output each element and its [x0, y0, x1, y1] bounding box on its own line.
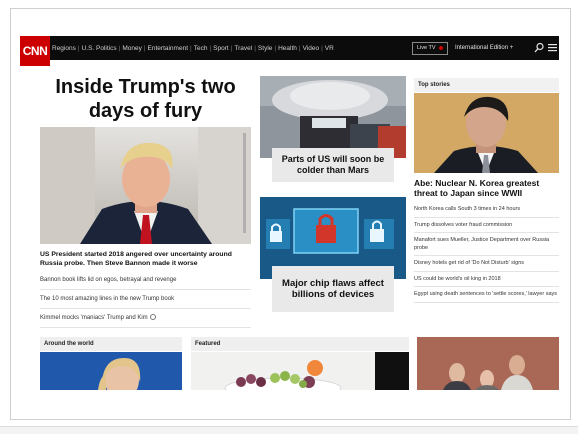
nav-item-us-politics[interactable]: U.S. Politics — [82, 45, 117, 52]
top-stories-list: North Korea calls South 3 times in 24 ho… — [414, 205, 559, 306]
chip-story-caption[interactable]: Major chip flaws affect billions of devi… — [272, 266, 394, 312]
top-stories-header: Top stories — [414, 78, 559, 92]
list-item[interactable]: Disney hotels get rid of 'Do Not Disturb… — [414, 259, 559, 272]
live-indicator-icon — [438, 45, 443, 50]
search-icon[interactable] — [534, 42, 544, 54]
list-item[interactable]: Kimmel mocks 'maniacs' Trump and Kim — [40, 313, 251, 328]
trump-photo[interactable] — [40, 127, 251, 244]
featured-photo[interactable] — [191, 352, 375, 390]
video-play-icon — [149, 314, 156, 321]
top-story-headline[interactable]: Abe: Nuclear N. Korea greatest threat to… — [414, 178, 559, 198]
list-item[interactable]: The 10 most amazing lines in the new Tru… — [40, 294, 251, 309]
nav-item-style[interactable]: Style — [258, 45, 272, 52]
nav-menu: Regions | U.S. Politics | Money | Entertain… — [52, 44, 334, 52]
list-item[interactable]: Trump dissolves voter fraud commission — [414, 221, 559, 233]
band-photo[interactable] — [417, 337, 559, 390]
list-item[interactable]: US could be world's oil king in 2018 — [414, 275, 559, 287]
nav-item-health[interactable]: Health — [278, 45, 297, 52]
related-links-list: Bannon book lifts lid on egos, betrayal … — [40, 275, 251, 332]
around-the-world-header: Around the world — [40, 337, 182, 351]
cold-weather-photo[interactable] — [260, 76, 406, 158]
main-story-caption[interactable]: US President started 2018 angered over u… — [40, 250, 254, 268]
nav-item-money[interactable]: Money — [122, 45, 142, 52]
nav-item-regions[interactable]: Regions — [52, 45, 76, 52]
hamburger-menu-icon[interactable] — [548, 43, 557, 52]
nav-item-tech[interactable]: Tech — [194, 45, 208, 52]
world-photo[interactable] — [40, 352, 182, 390]
live-tv-button[interactable]: Live TV — [412, 42, 448, 55]
nav-item-travel[interactable]: Travel — [234, 45, 252, 52]
abe-photo[interactable] — [414, 93, 559, 173]
list-item[interactable]: Manafort sues Mueller, Justice Departmen… — [414, 236, 559, 256]
edition-selector[interactable]: International Edition + — [455, 42, 513, 54]
list-item[interactable]: Bannon book lifts lid on egos, betrayal … — [40, 275, 251, 290]
cold-story-caption[interactable]: Parts of US will soon be colder than Mar… — [272, 148, 394, 182]
nav-item-vr[interactable]: VR — [325, 45, 334, 52]
list-item[interactable]: North Korea calls South 3 times in 24 ho… — [414, 205, 559, 218]
featured-header: Featured — [191, 337, 409, 351]
featured-dark-panel — [375, 352, 409, 390]
list-item-label: Kimmel mocks 'maniacs' Trump and Kim — [40, 315, 148, 321]
nav-item-entertainment[interactable]: Entertainment — [148, 45, 188, 52]
nav-item-video[interactable]: Video — [303, 45, 320, 52]
list-item[interactable]: Egypt using death sentences to 'settle s… — [414, 290, 559, 303]
cnn-logo[interactable]: CNN — [20, 36, 50, 66]
main-headline[interactable]: Inside Trump's two days of fury — [40, 75, 251, 123]
nav-item-sport[interactable]: Sport — [213, 45, 229, 52]
live-tv-label: Live TV — [417, 45, 436, 51]
